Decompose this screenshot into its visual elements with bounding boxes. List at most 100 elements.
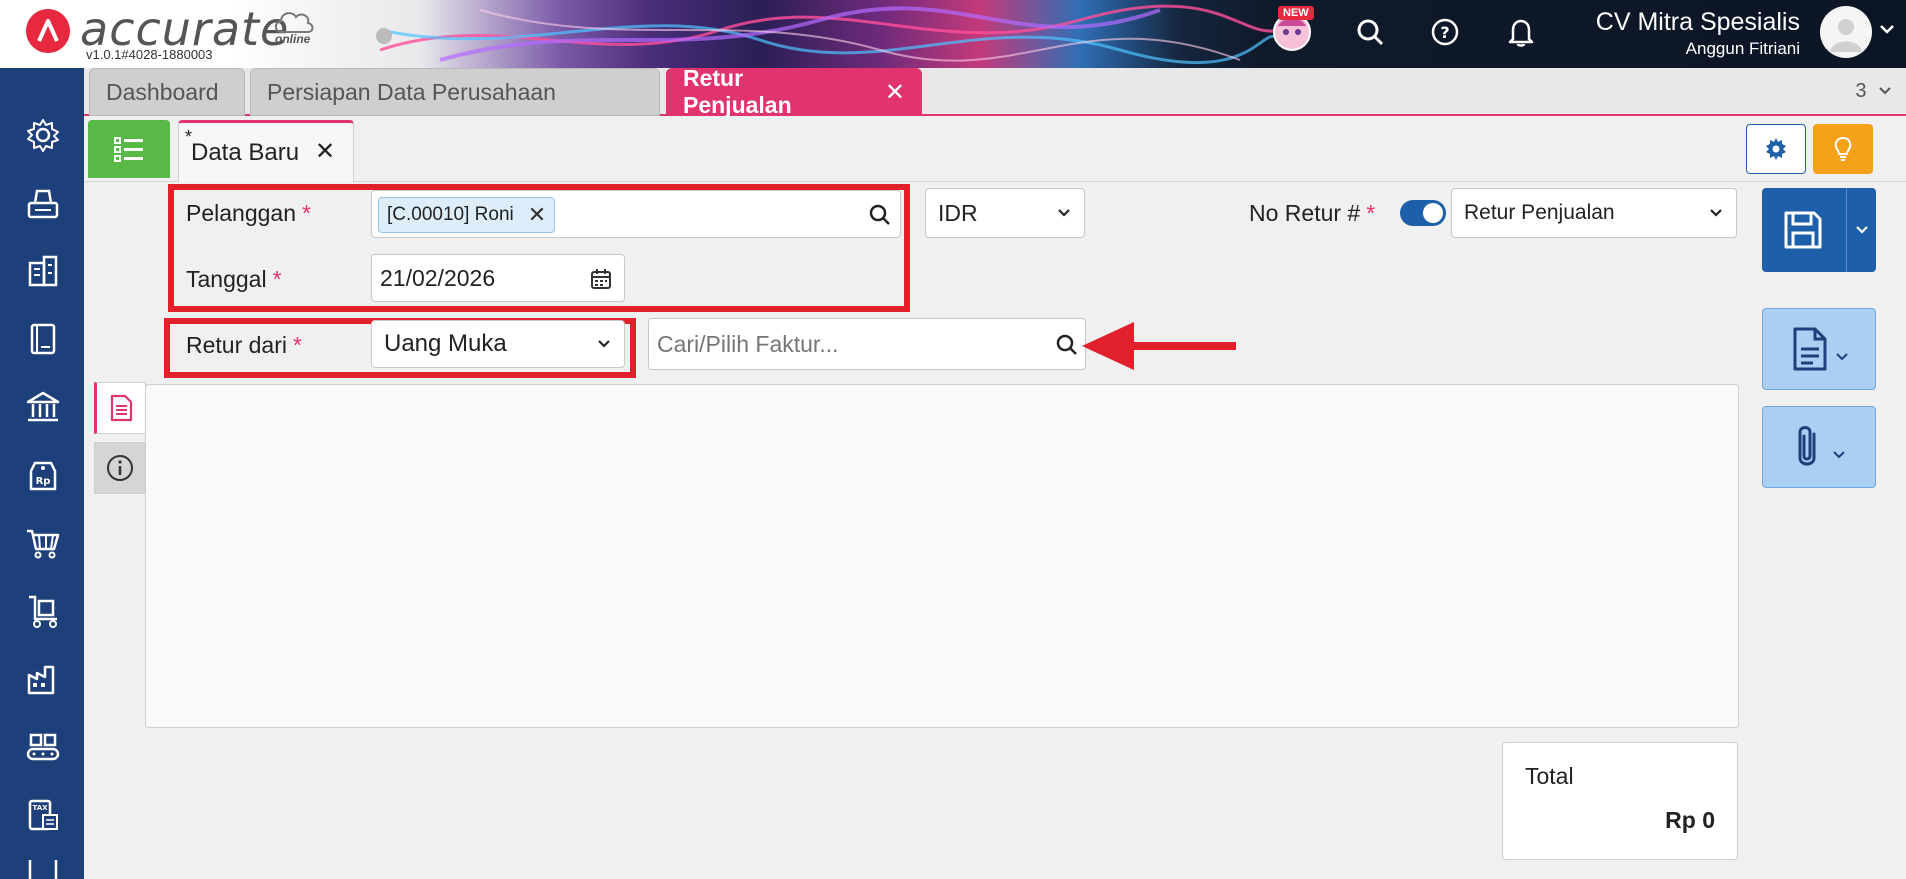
currency-value: IDR	[938, 199, 978, 226]
conveyor-icon[interactable]	[22, 726, 64, 768]
document-list-icon	[110, 394, 133, 422]
faktur-search-input[interactable]	[657, 330, 1037, 358]
no-retur-select[interactable]: Retur Penjualan	[1451, 188, 1737, 238]
save-divider	[1846, 188, 1847, 272]
tab-dashboard[interactable]: Dashboard	[89, 68, 245, 116]
company-info[interactable]: CV Mitra Spesialis Anggun Fitriani	[1596, 8, 1800, 59]
price-tag-icon[interactable]: Rp	[22, 454, 64, 496]
calendar-icon[interactable]	[590, 268, 612, 290]
retur-dari-select[interactable]: Uang Muka	[371, 320, 625, 368]
save-icon	[1784, 211, 1822, 249]
chevron-down-icon	[1879, 87, 1891, 95]
required-mark: *	[292, 332, 302, 358]
unsaved-marker: *	[185, 127, 193, 147]
document-tab-bar: Dashboard Persiapan Data Perusahaan Retu…	[84, 65, 1906, 118]
chevron-down-icon	[598, 340, 610, 348]
tab-persiapan-data[interactable]: Persiapan Data Perusahaan	[250, 68, 660, 116]
auto-number-toggle[interactable]	[1400, 200, 1446, 226]
document-icon	[1793, 327, 1827, 371]
total-summary: Total Rp 0	[1502, 742, 1738, 860]
hand-truck-icon[interactable]	[22, 590, 64, 632]
annotation-arrow	[1082, 322, 1236, 370]
building-icon[interactable]	[22, 250, 64, 292]
tab-label: Retur Penjualan	[683, 65, 792, 118]
tanggal-input[interactable]: 21/02/2026	[371, 254, 625, 302]
factory-icon[interactable]	[22, 658, 64, 700]
book-icon[interactable]	[22, 318, 64, 360]
form-sub-bar: * Data Baru ✕	[84, 116, 1906, 182]
chevron-down-icon	[1836, 353, 1848, 361]
attachment-button[interactable]	[1762, 406, 1876, 488]
no-retur-label: No Retur # *	[1249, 200, 1375, 227]
subtab-label: Data Baru	[191, 138, 300, 166]
svg-text:Rp: Rp	[36, 476, 51, 487]
pelanggan-input[interactable]: [C.00010] Roni ✕	[371, 190, 901, 238]
company-name: CV Mitra Spesialis	[1595, 8, 1800, 36]
tab-label: Persiapan Data Perusahaan	[267, 78, 556, 105]
save-button[interactable]	[1762, 188, 1876, 272]
gear-icon[interactable]	[22, 114, 64, 156]
settings-button[interactable]	[1746, 124, 1806, 174]
gear-icon	[1766, 138, 1786, 160]
close-icon[interactable]: ✕	[885, 78, 905, 107]
no-retur-label-text: No Retur #	[1249, 200, 1361, 226]
app-version: v1.0.1#4028-1880003	[86, 47, 213, 62]
info-icon	[107, 455, 133, 481]
tab-retur-penjualan[interactable]: Retur Penjualan ✕	[666, 65, 922, 118]
accurate-logo-icon[interactable]	[26, 9, 70, 53]
tab-detail-items[interactable]	[94, 382, 146, 434]
required-mark: *	[302, 200, 311, 226]
user-name: Anggun Fitriani	[1685, 39, 1800, 58]
tanggal-label-text: Tanggal	[186, 266, 267, 292]
search-icon[interactable]	[1350, 12, 1390, 52]
tips-button[interactable]	[1813, 124, 1873, 174]
retur-dari-value: Uang Muka	[384, 330, 507, 357]
cart-icon[interactable]	[22, 522, 64, 564]
chevron-down-icon[interactable]	[1878, 20, 1896, 38]
subtab-data-baru[interactable]: * Data Baru ✕	[178, 120, 354, 182]
chip-close-icon[interactable]: ✕	[528, 202, 546, 228]
logo-online-text: online	[275, 32, 311, 46]
search-icon[interactable]	[868, 203, 892, 227]
tab-info[interactable]	[94, 442, 146, 494]
app-header: accurate online v1.0.1#4028-1880003 NEW …	[0, 0, 1906, 68]
faktur-search-field[interactable]	[648, 318, 1086, 370]
document-options-button[interactable]	[1762, 308, 1876, 390]
pelanggan-label: Pelanggan *	[186, 200, 311, 227]
paperclip-icon	[1798, 426, 1816, 466]
more-menu-icon[interactable]	[22, 860, 64, 879]
close-icon[interactable]: ✕	[315, 137, 335, 166]
list-icon	[114, 137, 143, 162]
bank-icon[interactable]	[22, 386, 64, 428]
search-icon[interactable]	[1055, 333, 1079, 357]
chevron-down-icon	[1058, 209, 1070, 217]
pelanggan-chip-label: [C.00010] Roni	[387, 204, 514, 225]
user-avatar[interactable]	[1820, 6, 1872, 58]
total-label: Total	[1525, 763, 1574, 789]
svg-text:?: ?	[1440, 23, 1449, 42]
header-swirl-decoration	[380, 4, 1280, 64]
chevron-down-icon[interactable]	[1854, 224, 1870, 236]
retur-dari-label-text: Retur dari	[186, 332, 287, 358]
fax-icon[interactable]	[22, 182, 64, 224]
required-mark: *	[1366, 200, 1376, 226]
help-icon[interactable]: ?	[1425, 12, 1465, 52]
detail-items-panel	[145, 384, 1739, 728]
bell-icon[interactable]	[1501, 12, 1541, 52]
chevron-down-icon	[1710, 209, 1722, 217]
sidebar: Rp TAX	[0, 68, 84, 879]
tax-icon[interactable]: TAX	[22, 794, 64, 836]
status-dot	[376, 28, 392, 44]
total-value: Rp 0	[1665, 807, 1715, 833]
list-view-button[interactable]	[88, 120, 170, 178]
tanggal-label: Tanggal *	[186, 266, 282, 293]
tab-count: 3	[1855, 80, 1867, 102]
tab-count-dropdown[interactable]: 3	[1855, 80, 1892, 103]
no-retur-value: Retur Penjualan	[1464, 201, 1615, 224]
lightbulb-icon	[1834, 136, 1852, 161]
svg-text:TAX: TAX	[32, 804, 48, 812]
pelanggan-chip: [C.00010] Roni ✕	[378, 197, 556, 233]
tanggal-value: 21/02/2026	[380, 264, 496, 291]
required-mark: *	[272, 266, 282, 292]
currency-select[interactable]: IDR	[925, 188, 1085, 238]
